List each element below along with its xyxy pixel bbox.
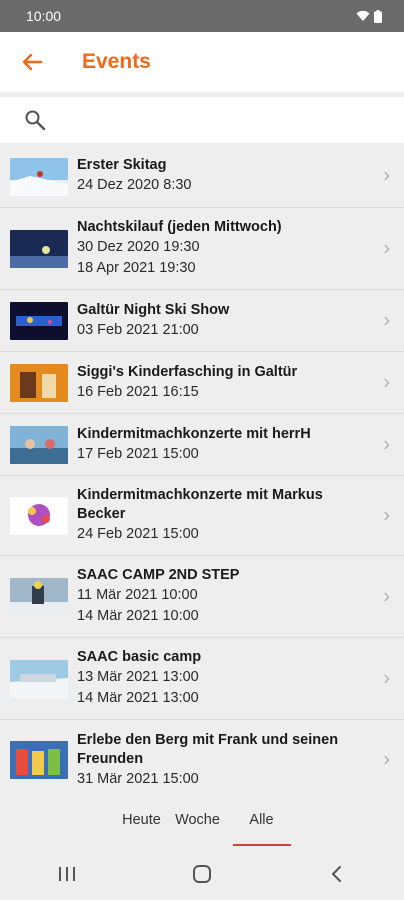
status-time: 10:00 [26,8,62,24]
event-thumbnail [10,660,68,698]
event-title: Erlebe den Berg mit Frank und seinen Fre… [77,731,339,767]
event-date: 13 Mär 2021 13:00 [77,669,199,685]
chevron-right-icon: › [383,667,390,689]
search-icon [25,110,46,131]
chevron-right-icon: › [383,504,390,526]
tab-alle[interactable]: Alle [232,798,291,846]
event-date: 14 Mär 2021 13:00 [77,690,199,706]
arrow-left-icon [22,53,43,71]
chevron-right-icon: › [383,309,390,331]
event-date: 11 Mär 2021 10:00 [77,587,198,603]
list-item[interactable]: Erster Skitag 24 Dez 2020 8:30 › [0,145,404,208]
chevron-right-icon: › [383,748,390,771]
filter-tabs: Heute Woche Alle [0,798,404,848]
list-item[interactable]: Kindermitmachkonzerte mit Markus Becker … [0,476,404,556]
status-icons [356,9,382,23]
chevron-right-icon: › [383,237,390,259]
event-title: SAAC basic camp [77,649,202,665]
event-date: 31 Mär 2021 15:00 [77,770,199,787]
list-item[interactable]: Galtür Night Ski Show 03 Feb 2021 21:00 … [0,290,404,352]
event-thumbnail [10,302,68,340]
event-title: Kindermitmachkonzerte mit Markus Becker [77,487,323,522]
chevron-right-icon: › [383,371,390,393]
back-nav-button[interactable] [307,854,367,894]
search-bar[interactable] [0,97,404,143]
event-thumbnail [10,364,68,402]
event-thumbnail [10,158,68,196]
event-title: Erster Skitag [77,157,167,173]
list-item[interactable]: SAAC basic camp 13 Mär 2021 13:00 14 Mär… [0,638,404,720]
event-date: 24 Dez 2020 8:30 [77,177,192,193]
home-icon [192,865,211,883]
event-date: 24 Feb 2021 15:00 [77,526,199,542]
event-title: Nachtskilauf (jeden Mittwoch) [77,219,282,235]
chevron-left-icon [331,866,341,882]
event-thumbnail [10,426,68,464]
event-date: 18 Apr 2021 19:30 [77,260,196,276]
event-title: Siggi's Kinderfasching in Galtür [77,363,298,380]
event-date: 03 Feb 2021 21:00 [77,321,199,338]
list-item[interactable]: Erlebe den Berg mit Frank und seinen Fre… [0,720,404,800]
tab-heute[interactable]: Heute [118,798,166,846]
chevron-right-icon: › [383,164,390,187]
status-bar: 10:00 [0,0,404,32]
search-input[interactable] [60,111,380,129]
system-nav-bar [0,848,404,900]
page-title: Events [82,50,151,73]
battery-icon [374,9,382,23]
chevron-right-icon: › [383,585,390,607]
event-thumbnail [10,578,68,616]
home-button[interactable] [172,854,232,894]
event-title: SAAC CAMP 2ND STEP [77,567,240,583]
list-item[interactable]: Kindermitmachkonzerte mit herrH 17 Feb 2… [0,414,404,476]
event-date: 16 Feb 2021 16:15 [77,383,199,400]
list-item[interactable]: SAAC CAMP 2ND STEP 11 Mär 2021 10:00 14 … [0,556,404,638]
event-list: Erster Skitag 24 Dez 2020 8:30 › Nachtsk… [0,145,404,800]
event-date: 17 Feb 2021 15:00 [77,445,199,462]
list-item[interactable]: Nachtskilauf (jeden Mittwoch) 30 Dez 202… [0,208,404,290]
event-thumbnail [10,741,68,779]
recent-apps-icon [59,867,76,881]
wifi-icon [356,10,370,21]
event-date: 14 Mär 2021 10:00 [77,608,199,624]
list-item[interactable]: Siggi's Kinderfasching in Galtür 16 Feb … [0,352,404,414]
event-date: 30 Dez 2020 19:30 [77,239,200,255]
event-title: Galtür Night Ski Show [77,301,230,318]
event-thumbnail [10,497,68,535]
event-thumbnail [10,230,68,268]
app-bar: Events [0,32,404,92]
back-button[interactable] [0,32,64,92]
recent-apps-button[interactable] [37,854,97,894]
chevron-right-icon: › [383,433,390,455]
tab-woche[interactable]: Woche [173,798,223,846]
event-title: Kindermitmachkonzerte mit herrH [77,425,311,442]
